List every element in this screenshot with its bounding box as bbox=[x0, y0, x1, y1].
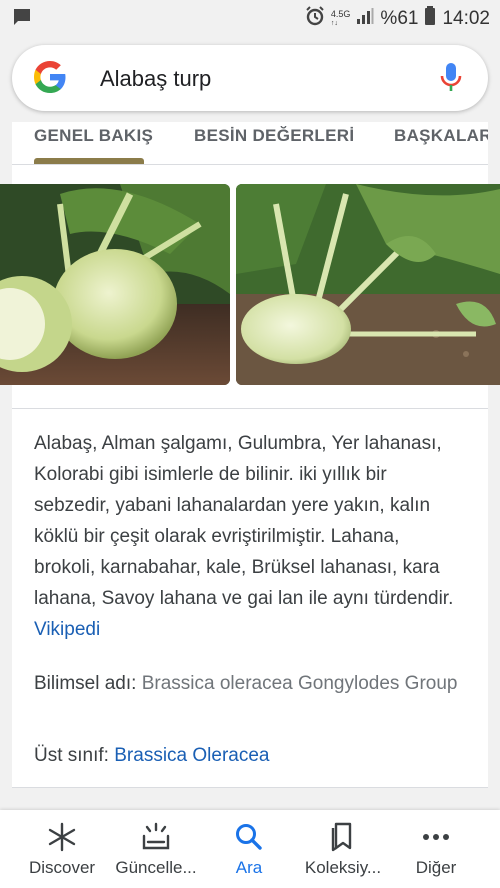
image-carousel[interactable] bbox=[0, 184, 500, 385]
divider bbox=[12, 787, 488, 788]
scientific-name-label: Bilimsel adı: bbox=[34, 673, 137, 694]
scientific-name-value: Brassica oleracea Gongylodes Group bbox=[141, 673, 458, 694]
tab-bar: GENEL BAKIŞ BESİN DEĞERLERİ BAŞKALAR bbox=[12, 122, 488, 164]
bottom-navigation: Discover Güncelle... Ara Koleksiy... Diğ… bbox=[0, 810, 500, 888]
tab-nutrition[interactable]: BESİN DEĞERLERİ bbox=[194, 126, 354, 146]
google-logo-icon[interactable] bbox=[32, 59, 68, 95]
search-query[interactable]: Alabaş turp bbox=[100, 66, 211, 92]
class-row: Üst sınıf: Brassica Oleracea bbox=[34, 740, 464, 771]
battery-percent: %61 bbox=[380, 8, 419, 29]
nav-collections[interactable]: Koleksiy... bbox=[293, 810, 393, 888]
message-icon bbox=[12, 8, 32, 32]
clock: 14:02 bbox=[442, 8, 490, 29]
search-bar[interactable]: Alabaş turp bbox=[12, 45, 488, 111]
status-bar: 4.5G ↑↓ %61 14:02 bbox=[0, 0, 500, 36]
updates-icon bbox=[138, 822, 174, 852]
mic-icon[interactable] bbox=[440, 62, 462, 99]
divider bbox=[12, 408, 488, 409]
nav-label: Discover bbox=[28, 858, 96, 877]
nav-label: Ara bbox=[235, 858, 263, 877]
nav-discover[interactable]: Discover bbox=[12, 810, 112, 888]
search-icon bbox=[231, 822, 267, 852]
more-icon bbox=[418, 822, 454, 852]
kohlrabi-image-2[interactable] bbox=[236, 184, 500, 385]
collections-icon bbox=[325, 822, 361, 852]
nav-search[interactable]: Ara bbox=[199, 810, 299, 888]
knowledge-card: GENEL BAKIŞ BESİN DEĞERLERİ BAŞKALAR Ala… bbox=[0, 122, 500, 788]
asterisk-icon bbox=[44, 822, 80, 852]
nav-updates[interactable]: Güncelle... bbox=[106, 810, 206, 888]
class-label: Üst sınıf: bbox=[34, 745, 109, 766]
tab-overview[interactable]: GENEL BAKIŞ bbox=[34, 126, 153, 146]
alarm-icon bbox=[305, 6, 325, 32]
scientific-name-row: Bilimsel adı: Brassica oleracea Gongylod… bbox=[34, 668, 464, 699]
nav-label: Diğer bbox=[415, 858, 457, 877]
battery-icon bbox=[424, 6, 436, 32]
nav-label: Güncelle... bbox=[115, 858, 197, 877]
network-indicator: 4.5G ↑↓ bbox=[330, 9, 351, 28]
nav-label: Koleksiy... bbox=[304, 858, 382, 877]
source-link[interactable]: Vikipedi bbox=[34, 619, 100, 640]
class-link[interactable]: Brassica Oleracea bbox=[114, 745, 269, 766]
divider bbox=[12, 164, 488, 165]
nav-more[interactable]: Diğer bbox=[386, 810, 486, 888]
description: Alabaş, Alman şalgamı, Gulumbra, Yer lah… bbox=[34, 428, 454, 645]
description-text: Alabaş, Alman şalgamı, Gulumbra, Yer lah… bbox=[34, 433, 454, 609]
kohlrabi-image-1[interactable] bbox=[0, 184, 230, 385]
tab-others[interactable]: BAŞKALAR bbox=[394, 126, 488, 146]
signal-icon bbox=[356, 7, 374, 31]
